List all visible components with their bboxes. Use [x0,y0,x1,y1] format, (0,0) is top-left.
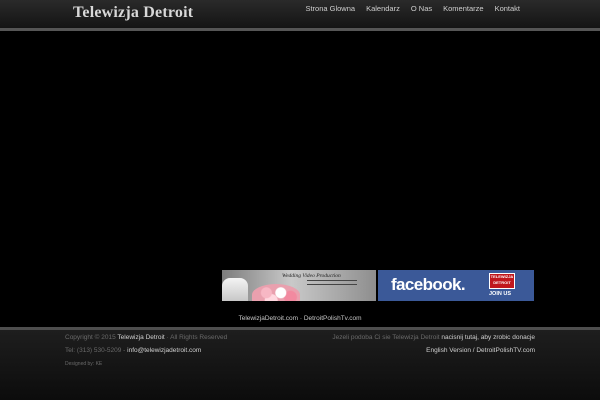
phone-number: Tel: (313) 530-5209 - [65,347,126,354]
nav-item-kontakt[interactable]: Kontakt [495,4,520,13]
nav-item-kalendarz[interactable]: Kalendarz [366,4,400,13]
site-logo[interactable]: Telewizja Detroit [73,4,193,22]
main-content-area [0,31,600,301]
facebook-logo-text: facebook. [391,275,466,294]
designed-by: Designed by: KE [65,361,103,367]
donate-line: Jezeli podoba Ci sie Telewizja Detroit n… [332,334,535,341]
nav-item-komentarze[interactable]: Komentarze [443,4,483,13]
contact-line: Tel: (313) 530-5209 - info@telewizjadetr… [65,347,201,354]
links-separator: · [299,315,303,322]
wedding-banner-title: Wedding Video Production [282,273,341,279]
english-version-line: English Version / DetroitPolishTV.com [426,347,535,354]
copyright-line: Copyright © 2015 Telewizja Detroit · All… [65,334,227,341]
donate-prefix: Jezeli podoba Ci sie Telewizja Detroit [332,334,440,341]
bouquet-image [252,284,300,301]
email-link[interactable]: info@telewizjadetroit.com [127,347,201,354]
copyright-prefix: Copyright © 2015 [65,334,116,341]
nav-item-strona-glowna[interactable]: Strona Glowna [305,4,355,13]
wedding-banner-contact-lines [307,280,357,288]
link-telewizjadetroit[interactable]: TelewizjaDetroit.com [238,315,298,322]
main-nav: Strona Glowna Kalendarz O Nas Komentarze… [305,4,520,13]
join-us-label: JOIN US [489,291,512,297]
site-header: Telewizja Detroit Strona Glowna Kalendar… [0,0,600,28]
donate-link[interactable]: nacisnij tutaj, aby zrobic donacje [441,334,535,341]
copyright-brand: Telewizja Detroit [117,334,165,341]
site-footer: Copyright © 2015 Telewizja Detroit · All… [0,330,600,400]
link-detroitpolishtv[interactable]: DetroitPolishTv.com [304,315,362,322]
site-links: TelewizjaDetroit.com · DetroitPolishTv.c… [0,315,600,322]
copyright-suffix: · All Rights Reserved [166,334,228,341]
facebook-banner[interactable]: facebook. TELEWIZJA DETROIT JOIN US [378,270,534,301]
bride-dress-image [222,278,248,301]
telewizja-badge: TELEWIZJA DETROIT [489,273,515,289]
wedding-video-banner[interactable]: Wedding Video Production [222,270,376,301]
nav-item-o-nas[interactable]: O Nas [411,4,432,13]
english-version-link[interactable]: English Version / DetroitPolishTV.com [426,347,535,354]
